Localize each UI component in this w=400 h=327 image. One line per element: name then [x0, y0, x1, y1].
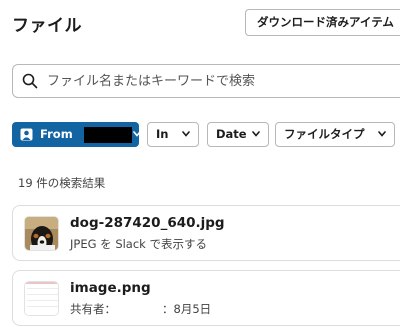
date-filter-button[interactable]: Date	[207, 122, 269, 147]
in-filter-button[interactable]: In	[147, 122, 199, 147]
file-result-item[interactable]: dog-287420_640.jpg JPEG を Slack で表示する	[12, 205, 400, 261]
file-meta: JPEG を Slack で表示する	[70, 237, 207, 251]
shared-date: ：8月5日	[162, 302, 212, 316]
in-filter-label: In	[156, 127, 169, 141]
owner-label: 共有者：	[70, 302, 116, 316]
image-thumbnail	[24, 281, 59, 316]
person-icon	[20, 128, 33, 141]
chevron-down-icon	[182, 131, 190, 137]
chevron-down-icon	[252, 131, 260, 137]
downloaded-items-button[interactable]: ダウンロード済みアイテム	[245, 9, 400, 36]
dog-photo-thumbnail	[24, 216, 59, 251]
file-type-filter-button[interactable]: ファイルタイプ	[275, 122, 395, 147]
from-filter-button[interactable]: From	[12, 122, 141, 147]
page-title: ファイル	[12, 16, 82, 36]
chevron-down-icon	[133, 131, 141, 137]
file-name[interactable]: dog-287420_640.jpg	[70, 215, 225, 231]
from-filter-label: From	[40, 127, 73, 141]
search-icon	[22, 73, 38, 89]
file-type-filter-label: ファイルタイプ	[284, 127, 365, 141]
chevron-down-icon	[378, 131, 386, 137]
search-box[interactable]	[12, 64, 400, 98]
redacted-user-name	[84, 127, 132, 143]
results-count: 19 件の検索結果	[18, 176, 106, 190]
file-result-item[interactable]: image.png 共有者： ：8月5日	[12, 270, 400, 326]
search-input[interactable]	[47, 71, 387, 91]
file-name[interactable]: image.png	[70, 280, 151, 296]
file-meta: 共有者： ：8月5日	[70, 301, 211, 317]
files-header: ファイル ダウンロード済みアイテム	[0, 0, 400, 46]
date-filter-label: Date	[216, 127, 247, 141]
